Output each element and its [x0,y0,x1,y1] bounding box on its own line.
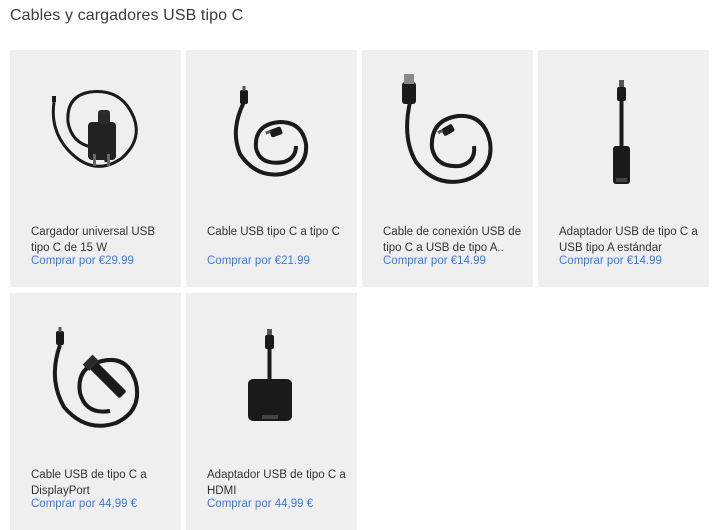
product-card-hdmi-adapter[interactable]: Adaptador USB de tipo C a HDMI Comprar p… [186,293,357,530]
page-title: Cables y cargadores USB tipo C [10,7,244,24]
buy-link[interactable]: Comprar por 44,99 € [207,498,313,510]
buy-link[interactable]: Comprar por 44,99 € [31,498,137,510]
buy-link[interactable]: Comprar por €29.99 [31,255,134,267]
product-name: Adaptador USB de tipo C a USB tipo A est… [559,226,698,254]
buy-link[interactable]: Comprar por €14.99 [559,255,662,267]
product-card-displayport-cable[interactable]: Cable USB de tipo C a DisplayPort Compra… [10,293,181,530]
usbc-to-usba-adapter-icon [538,50,709,210]
product-card-usbc-usba-cable[interactable]: Cable de conexión USB de tipo C a USB de… [362,50,533,287]
usbc-to-usbc-cable-icon [186,50,357,210]
buy-link[interactable]: Comprar por €21.99 [207,255,310,267]
product-card-charger[interactable]: Cargador universal USB tipo C de 15 W Co… [10,50,181,287]
product-name: Cable de conexión USB de tipo C a USB de… [383,226,522,254]
charger-with-cable-icon [10,50,181,210]
usbc-to-hdmi-adapter-icon [186,293,357,453]
usbc-to-displayport-cable-icon [10,293,181,453]
product-name: Adaptador USB de tipo C a HDMI [207,469,346,497]
product-name: Cable USB tipo C a tipo C [207,226,340,238]
product-name: Cargador universal USB tipo C de 15 W [31,226,156,254]
usbc-to-usba-cable-icon [362,50,533,210]
product-name: Cable USB de tipo C a DisplayPort [31,469,147,497]
product-card-usbc-cable[interactable]: Cable USB tipo C a tipo C Comprar por €2… [186,50,357,287]
product-card-usba-adapter[interactable]: Adaptador USB de tipo C a USB tipo A est… [538,50,709,287]
buy-link[interactable]: Comprar por €14.99 [383,255,486,267]
